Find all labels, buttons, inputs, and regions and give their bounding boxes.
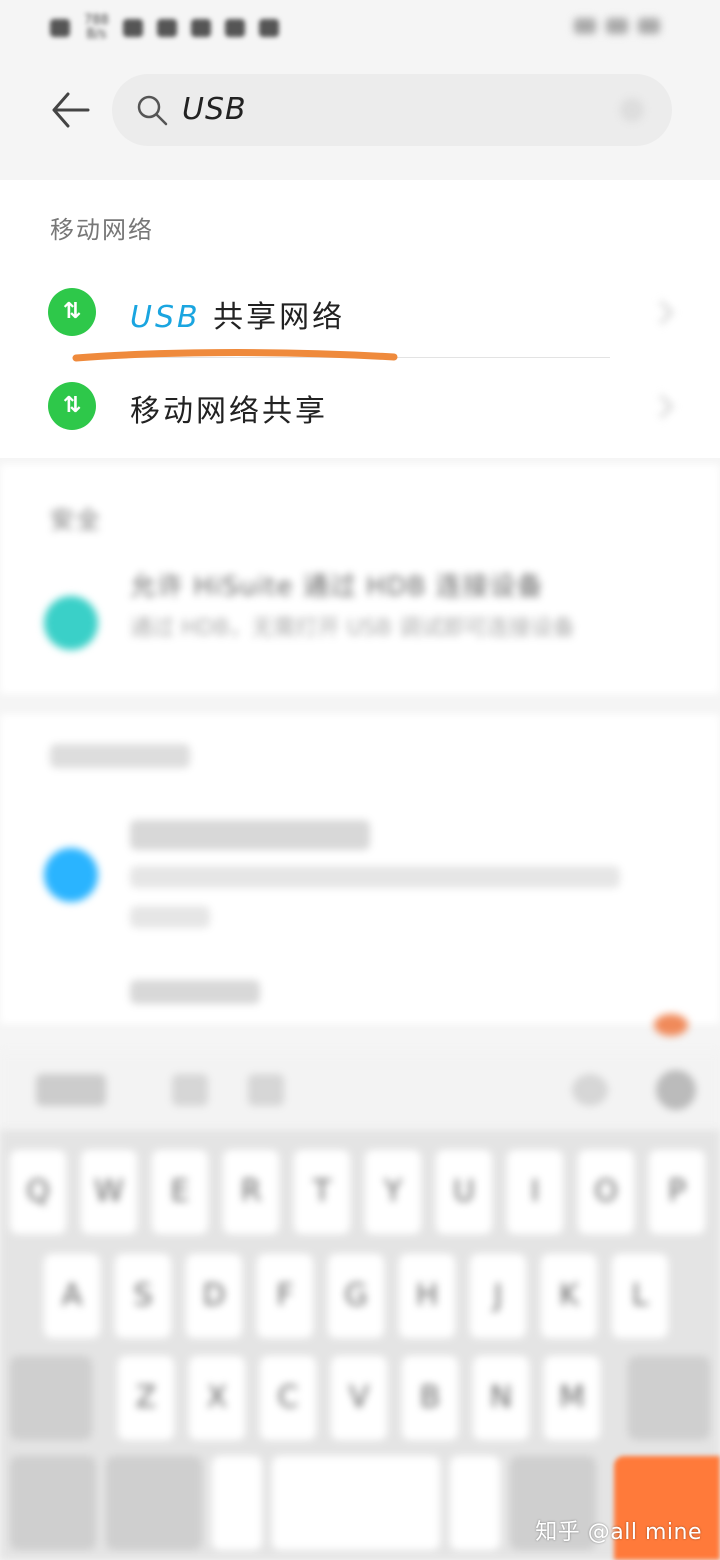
mobile-network-card: 移动网络 ⇅ USB 共享网络 ⇅ 移动网络共享 bbox=[0, 180, 720, 458]
key-p[interactable]: P bbox=[649, 1150, 705, 1234]
key-w[interactable]: W bbox=[81, 1150, 137, 1234]
clipboard-icon[interactable] bbox=[172, 1074, 208, 1106]
handwriting-icon[interactable] bbox=[248, 1074, 284, 1106]
key-e[interactable]: E bbox=[152, 1150, 208, 1234]
key-h[interactable]: H bbox=[399, 1254, 455, 1338]
search-icon bbox=[137, 95, 168, 126]
transfer-arrows-icon: ⇅ bbox=[48, 382, 96, 430]
comma-key[interactable] bbox=[212, 1456, 262, 1550]
backspace-key[interactable] bbox=[628, 1356, 710, 1440]
weather-icon bbox=[224, 19, 245, 37]
key-b[interactable]: B bbox=[402, 1356, 458, 1440]
qq-icon bbox=[190, 19, 211, 37]
search-row: USB bbox=[0, 74, 720, 146]
list-item-label: USB 共享网络 bbox=[130, 300, 346, 335]
list-item-title: 允许 HiSuite 通过 HDB 连接设备 bbox=[130, 572, 544, 602]
key-r[interactable]: R bbox=[223, 1150, 279, 1234]
eye-icon bbox=[574, 18, 596, 34]
key-x[interactable]: X bbox=[189, 1356, 245, 1440]
status-right bbox=[574, 18, 660, 34]
key-q[interactable]: Q bbox=[10, 1150, 66, 1234]
key-l[interactable]: L bbox=[612, 1254, 668, 1338]
keyboard: QWERTYUIOP ASDFGHJKL ZXCVBNM bbox=[0, 1130, 720, 1560]
settings-icon[interactable] bbox=[656, 1070, 696, 1110]
keyboard-search-icon[interactable] bbox=[572, 1074, 608, 1106]
key-t[interactable]: T bbox=[294, 1150, 350, 1234]
search-input[interactable]: USB bbox=[182, 92, 247, 127]
key-i[interactable]: I bbox=[507, 1150, 563, 1234]
period-key[interactable] bbox=[450, 1456, 500, 1550]
key-j[interactable]: J bbox=[470, 1254, 526, 1338]
developer-icon bbox=[44, 848, 98, 902]
hdb-icon bbox=[44, 596, 98, 650]
key-s[interactable]: S bbox=[115, 1254, 171, 1338]
signal-icon bbox=[50, 19, 70, 37]
key-f[interactable]: F bbox=[257, 1254, 313, 1338]
key-g[interactable]: G bbox=[328, 1254, 384, 1338]
security-card: 安全 允许 HiSuite 通过 HDB 连接设备 通过 HDB，无需打开 US… bbox=[0, 464, 720, 694]
section-title: 移动网络 bbox=[50, 216, 154, 244]
list-item-usb-tethering[interactable]: ⇅ USB 共享网络 bbox=[0, 266, 720, 358]
key-d[interactable]: D bbox=[186, 1254, 242, 1338]
symbol-key[interactable] bbox=[106, 1456, 202, 1550]
space-key[interactable] bbox=[272, 1456, 440, 1550]
blurred-results: 安全 允许 HiSuite 通过 HDB 连接设备 通过 HDB，无需打开 US… bbox=[0, 464, 720, 1024]
search-box[interactable]: USB bbox=[112, 74, 672, 146]
key-o[interactable]: O bbox=[578, 1150, 634, 1234]
key-u[interactable]: U bbox=[436, 1150, 492, 1234]
annotation-underline bbox=[72, 349, 398, 362]
app-icon bbox=[258, 19, 279, 37]
key-k[interactable]: K bbox=[541, 1254, 597, 1338]
key-n[interactable]: N bbox=[473, 1356, 529, 1440]
battery-icon bbox=[638, 18, 660, 34]
chevron-right-icon bbox=[649, 394, 674, 419]
notification-dot bbox=[654, 1014, 688, 1036]
developer-card bbox=[0, 714, 720, 1024]
list-item-subtitle: 通过 HDB，无需打开 USB 调试即可连接设备 bbox=[130, 616, 575, 641]
key-v[interactable]: V bbox=[331, 1356, 387, 1440]
back-arrow-icon[interactable] bbox=[48, 88, 92, 132]
hourglass-icon bbox=[156, 19, 177, 37]
list-item-label: 移动网络共享 bbox=[130, 394, 328, 429]
wifi-icon bbox=[606, 18, 628, 34]
keyboard-toolbar bbox=[0, 1014, 720, 1132]
chevron-right-icon bbox=[649, 300, 674, 325]
shift-key[interactable] bbox=[10, 1356, 92, 1440]
key-c[interactable]: C bbox=[260, 1356, 316, 1440]
key-a[interactable]: A bbox=[44, 1254, 100, 1338]
watermark: 知乎 @all mine bbox=[535, 1520, 702, 1545]
key-z[interactable]: Z bbox=[118, 1356, 174, 1440]
keyboard-icon bbox=[122, 19, 143, 37]
list-item-mobile-hotspot[interactable]: ⇅ 移动网络共享 bbox=[0, 360, 720, 452]
key-m[interactable]: M bbox=[544, 1356, 600, 1440]
key-y[interactable]: Y bbox=[365, 1150, 421, 1234]
transfer-arrows-icon: ⇅ bbox=[48, 288, 96, 336]
section-title: 安全 bbox=[50, 506, 102, 534]
clear-icon[interactable] bbox=[620, 98, 644, 122]
emoji-key[interactable] bbox=[10, 1456, 96, 1550]
network-speed: 788 B/s bbox=[84, 13, 109, 42]
keyboard-switch-icon[interactable] bbox=[36, 1074, 106, 1106]
